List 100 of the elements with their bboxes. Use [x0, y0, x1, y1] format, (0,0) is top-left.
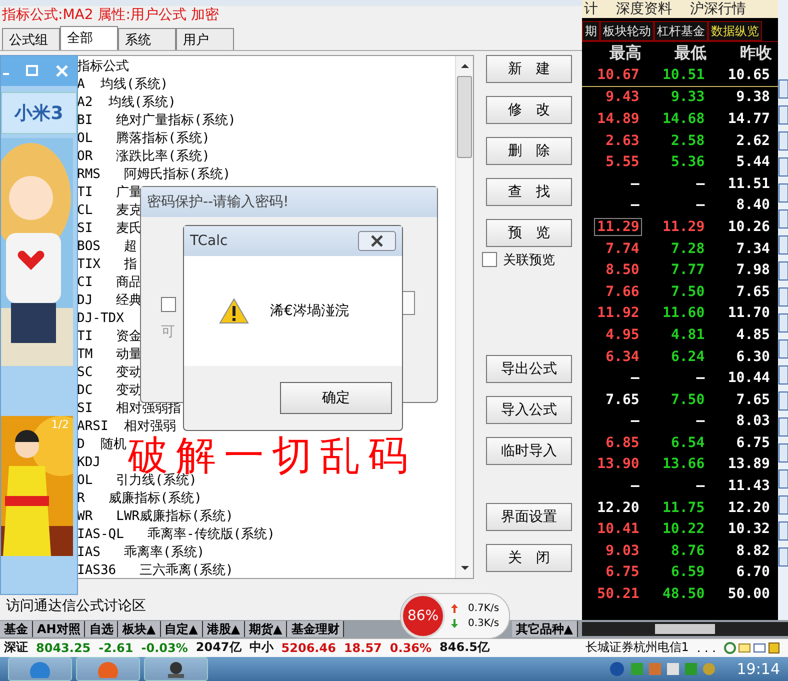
market-tab[interactable]: 板块▲	[118, 620, 161, 637]
table-cell-text: 10.32	[726, 521, 771, 538]
tab[interactable]: 板块轮动	[600, 21, 654, 41]
scrollbar[interactable]	[455, 56, 473, 578]
table-cell-text: 7.50	[670, 392, 706, 408]
list-item[interactable]: OL 腾落指标(系统)	[77, 130, 210, 148]
table-cell-text: –	[695, 413, 706, 430]
tab[interactable]: 期	[582, 21, 600, 41]
market-tab[interactable]: 期货▲	[245, 620, 288, 637]
list-item[interactable]: KDJ	[77, 454, 100, 472]
action-button[interactable]: 导入公式	[486, 396, 572, 424]
scroll-thumb[interactable]	[457, 76, 472, 158]
market-tab[interactable]: 自选	[85, 620, 118, 637]
table-cell-text: 11.70	[726, 305, 771, 322]
ticker-value: -2.61	[98, 640, 134, 655]
table-cell-text: 6.59	[670, 564, 706, 580]
download-speed: 0.3K/s	[468, 618, 500, 629]
action-button[interactable]: 导出公式	[486, 354, 572, 383]
table-cell-text: 2.63	[604, 132, 640, 149]
list-item[interactable]: A 均线(系统)	[77, 76, 168, 94]
ad-banner[interactable]: 小米3	[1, 92, 77, 134]
list-item[interactable]: TI 资金	[77, 328, 142, 346]
scrollbar[interactable]	[582, 622, 788, 636]
action-button[interactable]: 查 找	[486, 178, 572, 206]
tab[interactable]: 数据纵览	[708, 21, 762, 41]
ticker-value: 846.5亿	[440, 639, 490, 656]
list-item[interactable]: BOS 超	[77, 238, 137, 256]
table-cell-text: 7.65	[604, 392, 640, 408]
table-cell-text: 6.24	[670, 348, 706, 365]
list-item[interactable]: DJ 经典	[77, 292, 142, 310]
table-cell-text: 8.03	[735, 413, 771, 430]
list-item[interactable]: IAS 乖离率(系统)	[77, 544, 205, 562]
tab[interactable]: 公式组	[2, 28, 60, 50]
market-tab[interactable]: AH对照	[33, 620, 86, 637]
table-cell-text: 9.38	[735, 89, 771, 106]
action-button[interactable]: 临时导入	[486, 436, 572, 465]
table-cell-text: –	[695, 370, 706, 386]
table-cell-text: 7.74	[604, 240, 640, 257]
menu-tab[interactable]: 计	[584, 0, 598, 18]
list-item[interactable]: A2 均线(系统)	[77, 94, 176, 112]
list-item[interactable]: TI 广量	[77, 184, 142, 202]
table-cell-text: 9.33	[670, 89, 706, 106]
ok-button[interactable]: 确定	[280, 382, 392, 414]
checkbox[interactable]	[482, 252, 497, 268]
table-cell-text: 8.40	[735, 197, 771, 214]
tab[interactable]: 系统	[118, 28, 176, 50]
broker-name: 长城证券杭州电信1	[585, 639, 689, 656]
table-cell-text: 9.43	[604, 89, 640, 106]
tab[interactable]: 全部	[60, 26, 118, 50]
table-cell-text: –	[695, 197, 706, 214]
market-tab[interactable]: 基金	[0, 620, 33, 637]
action-button[interactable]: 关 闭	[486, 544, 572, 572]
tab[interactable]: 用户	[176, 28, 234, 50]
table-cell-text: 6.75	[604, 564, 640, 580]
menu-tab[interactable]: 沪深行情	[690, 0, 746, 18]
table-cell-text: 6.75	[735, 434, 771, 451]
table-cell-text: 6.54	[670, 434, 706, 451]
warning-icon	[218, 297, 250, 325]
list-item[interactable]: DJ-TDX	[77, 310, 124, 328]
table-cell-text: –	[630, 176, 640, 192]
close-button[interactable]	[358, 231, 396, 251]
hint-text: 可	[161, 323, 175, 341]
checkbox[interactable]	[161, 297, 176, 312]
market-tab[interactable]: 自定▲	[160, 620, 203, 637]
action-button[interactable]: 修 改	[486, 96, 572, 124]
market-tab[interactable]: 其它品种▲	[512, 620, 578, 637]
table-cell-text: 9.03	[604, 542, 640, 559]
tab[interactable]: 杠杆基金	[654, 21, 708, 41]
market-tab[interactable]: 基金理财	[287, 620, 344, 637]
list-item[interactable]: RMS 阿姆氏指标(系统)	[77, 166, 231, 184]
market-tab[interactable]: 港股▲	[202, 620, 246, 637]
action-button[interactable]: 新 建	[486, 54, 572, 83]
action-button[interactable]: 预 览	[486, 218, 572, 247]
ticker-value: 18.57	[344, 640, 382, 655]
table-cell-text: 7.65	[735, 284, 771, 300]
list-item[interactable]: SI 麦氏	[77, 220, 142, 238]
list-item[interactable]: ARSI 相对强弱	[77, 418, 176, 436]
list-item[interactable]: OR 涨跌比率(系统)	[77, 148, 210, 166]
table-cell-text: 6.30	[735, 348, 771, 365]
more-link[interactable]: . . .	[696, 640, 716, 655]
table-cell-text: 12.20	[726, 500, 771, 516]
table-cell-text: 14.68	[662, 110, 706, 127]
list-item[interactable]: TM 动量	[77, 346, 142, 364]
list-item[interactable]: TIX 指	[77, 256, 137, 274]
taskbar-button[interactable]	[144, 657, 208, 681]
menu-tab[interactable]: 深度资料	[616, 0, 672, 18]
alert-message: 浠€涔堝湴浣	[270, 302, 349, 320]
list-item[interactable]: R 威廉指标(系统)	[77, 490, 202, 508]
list-item[interactable]: BI 绝对广量指标(系统)	[77, 112, 236, 130]
list-item[interactable]: IAS-QL 乖离率-传统版(系统)	[77, 526, 275, 544]
scroll-down-icon[interactable]	[460, 564, 470, 572]
action-button[interactable]: 界面设置	[486, 502, 572, 531]
page-indicator: 1/2	[51, 418, 69, 431]
ticker-value: 8043.25	[36, 640, 91, 655]
status-link[interactable]: 访问通达信公式讨论区	[6, 597, 146, 615]
table-cell-text: 10.26	[726, 218, 771, 235]
list-item[interactable]: IAS36 三六乖离(系统)	[77, 562, 234, 580]
list-item[interactable]: D 随机	[77, 436, 126, 454]
scroll-up-icon[interactable]	[460, 62, 470, 70]
action-button[interactable]: 删 除	[486, 136, 572, 165]
